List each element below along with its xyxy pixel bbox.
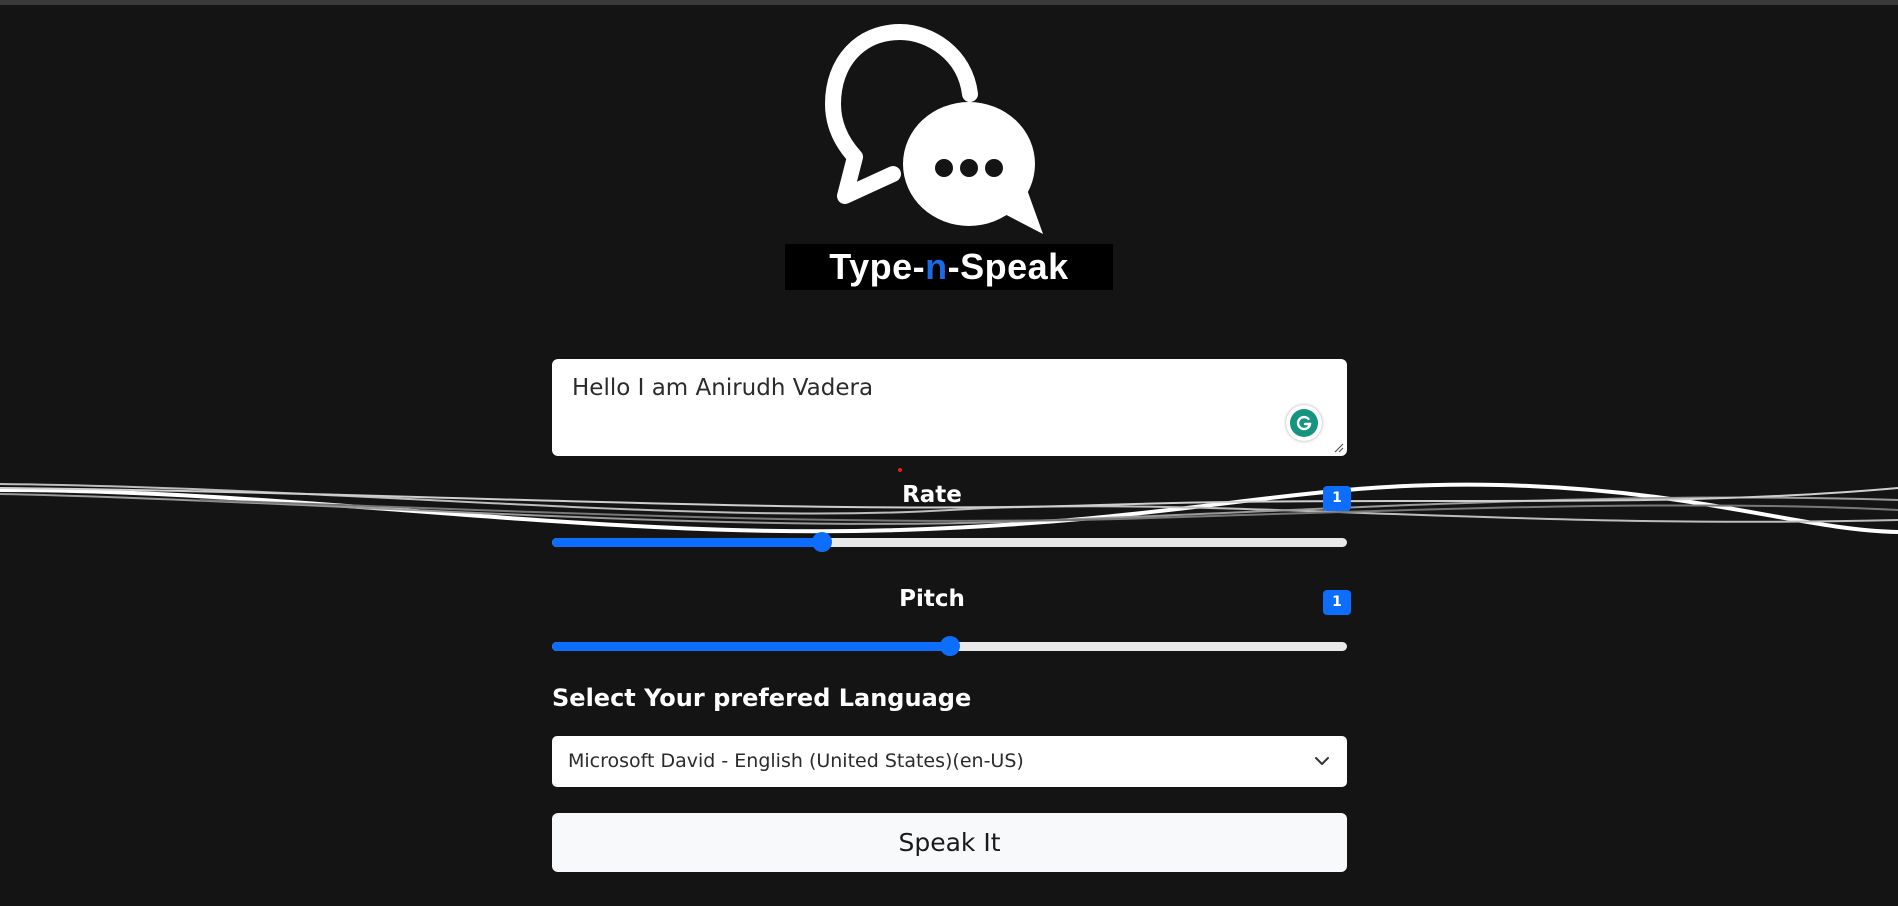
grammarly-icon[interactable]: [1286, 405, 1322, 441]
logo-text-before: Type-: [829, 246, 926, 287]
logo-text-after: -Speak: [947, 246, 1069, 287]
grammarly-badge: [1290, 409, 1318, 437]
pitch-control: Pitch 1: [552, 582, 1351, 657]
pitch-label: Pitch: [899, 586, 965, 612]
speak-it-button[interactable]: Speak It: [552, 813, 1347, 872]
logo-text-accent: n: [925, 246, 948, 287]
chat-bubbles-icon: [825, 24, 1043, 234]
rate-control: Rate 1: [552, 478, 1351, 553]
page: Type-n-Speak Hello I am Anirudh Vadera R…: [0, 0, 1898, 906]
pitch-slider-thumb[interactable]: [939, 636, 960, 656]
resize-handle-icon[interactable]: [1332, 441, 1344, 453]
language-selected-value: Microsoft David - English (United States…: [568, 750, 1024, 772]
pitch-slider-fill: [552, 642, 950, 651]
logo-wordmark: Type-n-Speak: [785, 244, 1113, 290]
rate-slider[interactable]: [552, 532, 1347, 552]
rate-slider-thumb[interactable]: [812, 532, 833, 552]
rate-slider-fill: [552, 538, 823, 547]
cursor-dot: [898, 468, 902, 472]
chevron-down-icon: [1315, 757, 1329, 765]
rate-label: Rate: [902, 482, 962, 508]
rate-value-badge: 1: [1323, 486, 1351, 511]
app-logo: Type-n-Speak: [785, 24, 1113, 292]
speech-text-value: Hello I am Anirudh Vadera: [572, 375, 874, 401]
grammarly-g-icon: [1296, 415, 1312, 431]
language-select[interactable]: Microsoft David - English (United States…: [552, 736, 1347, 787]
speech-text-input[interactable]: Hello I am Anirudh Vadera: [552, 359, 1347, 456]
speech-form: Hello I am Anirudh Vadera: [552, 359, 1347, 456]
pitch-slider[interactable]: [552, 636, 1347, 656]
language-label: Select Your prefered Language: [552, 684, 972, 712]
browser-top-edge: [0, 0, 1898, 5]
pitch-value-badge: 1: [1323, 590, 1351, 615]
